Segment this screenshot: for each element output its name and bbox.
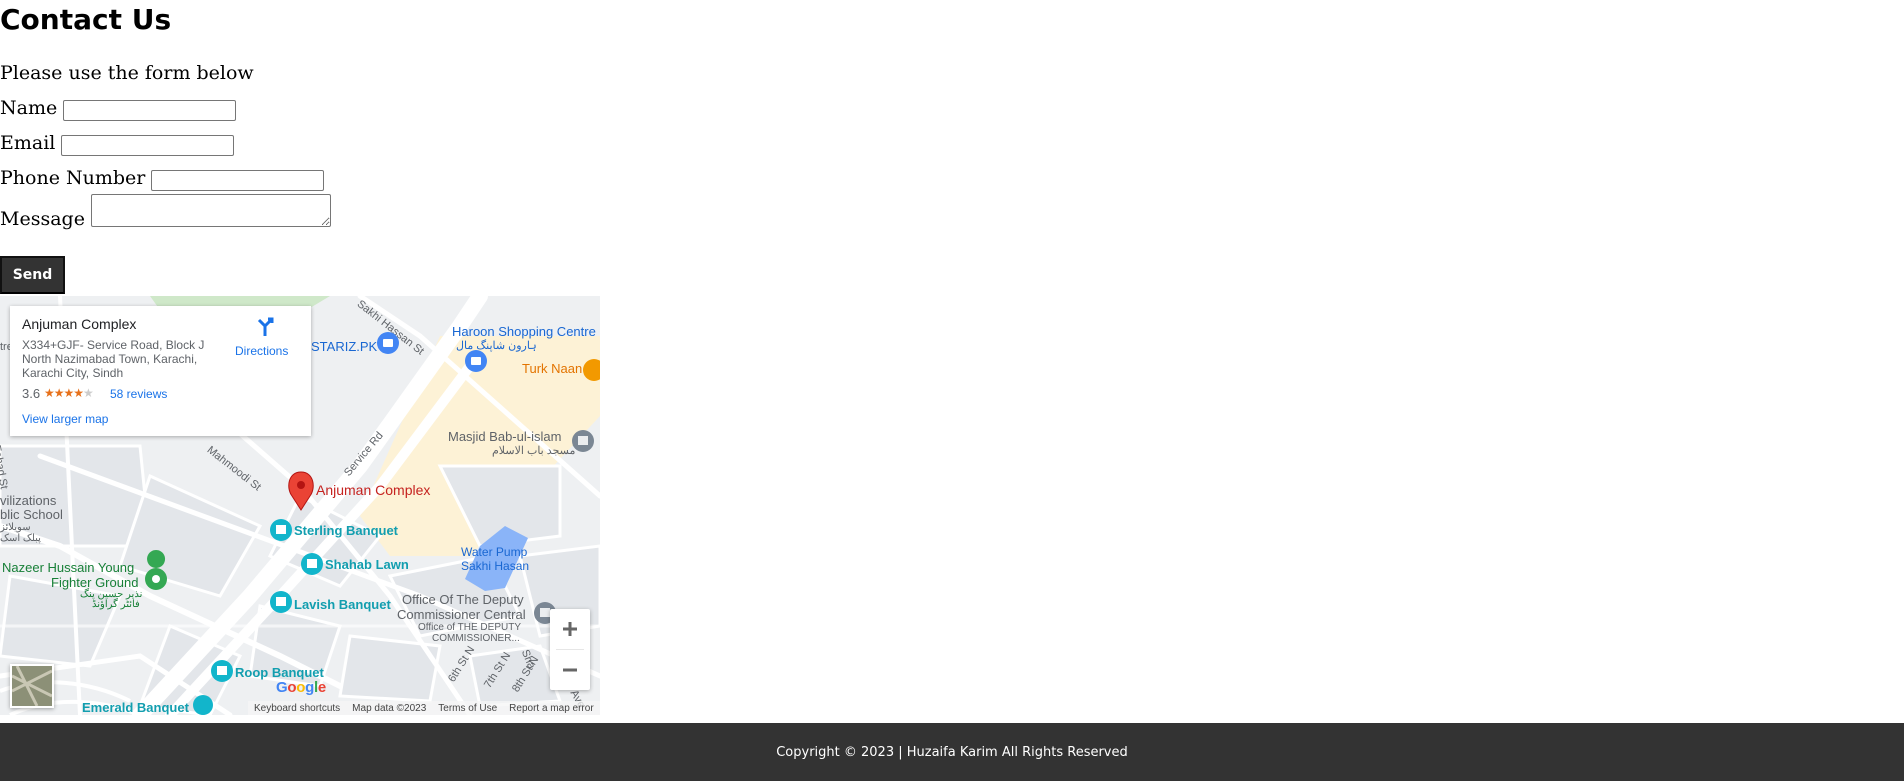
google-logo-letter: o xyxy=(287,679,297,696)
stars-filled: ★★★★ xyxy=(44,386,84,400)
terms-link[interactable]: Terms of Use xyxy=(438,703,497,714)
message-label: Message xyxy=(0,208,85,230)
embedded-map[interactable]: Haroon Shopping Centre ہارون شاپنگ مال T… xyxy=(0,296,600,715)
reviews-link[interactable]: 58 reviews xyxy=(110,387,167,401)
google-logo-letter: G xyxy=(276,679,288,696)
google-logo-letter: g xyxy=(305,679,314,696)
phone-field[interactable] xyxy=(151,170,325,191)
name-field[interactable] xyxy=(63,100,237,121)
phone-label: Phone Number xyxy=(0,167,146,189)
name-label: Name xyxy=(0,97,58,119)
map-data-text: Map data ©2023 xyxy=(352,702,427,714)
zoom-out-button[interactable] xyxy=(550,650,590,690)
google-logo: Google xyxy=(276,679,326,696)
email-field[interactable] xyxy=(61,135,235,156)
google-logo-letter: o xyxy=(296,679,306,696)
stars-empty: ★ xyxy=(83,386,94,400)
directions-link[interactable]: Directions xyxy=(235,344,288,358)
copyright-text: Copyright © 2023 | Huzaifa Karim All Rig… xyxy=(776,744,1128,760)
directions-icon[interactable] xyxy=(236,316,296,343)
google-logo-letter: e xyxy=(317,679,326,696)
site-footer: Copyright © 2023 | Huzaifa Karim All Rig… xyxy=(0,723,1904,781)
zoom-controls xyxy=(550,609,590,690)
send-button[interactable]: Send xyxy=(0,256,65,294)
message-row: Message xyxy=(0,192,331,233)
email-label: Email xyxy=(0,132,56,154)
place-rating: 3.6 xyxy=(22,386,41,401)
shopping-icon xyxy=(377,332,487,372)
place-name: Anjuman Complex xyxy=(22,316,137,332)
name-row: Name xyxy=(0,95,237,122)
location-marker-icon xyxy=(288,471,314,511)
satellite-toggle[interactable] xyxy=(10,664,54,708)
form-intro: Please use the form below xyxy=(0,62,254,84)
rating-stars: ★★★★★ xyxy=(44,386,94,400)
map-attribution: Keyboard shortcuts Map data ©2023 Terms … xyxy=(248,701,600,715)
message-field[interactable] xyxy=(90,194,331,227)
zoom-in-button[interactable] xyxy=(550,609,590,649)
marker-label[interactable]: Anjuman Complex xyxy=(316,482,430,498)
place-card: Anjuman Complex X334+GJF- Service Road, … xyxy=(10,306,311,436)
place-address: X334+GJF- Service Road, Block J North Na… xyxy=(22,338,205,380)
phone-row: Phone Number xyxy=(0,165,325,192)
google-logo-text: Google xyxy=(276,679,326,696)
email-row: Email xyxy=(0,130,235,157)
report-error-link[interactable]: Report a map error xyxy=(509,703,593,714)
view-larger-map-link[interactable]: View larger map xyxy=(22,412,108,426)
keyboard-shortcuts-link[interactable]: Keyboard shortcuts xyxy=(254,703,340,714)
page-title: Contact Us xyxy=(0,3,172,36)
